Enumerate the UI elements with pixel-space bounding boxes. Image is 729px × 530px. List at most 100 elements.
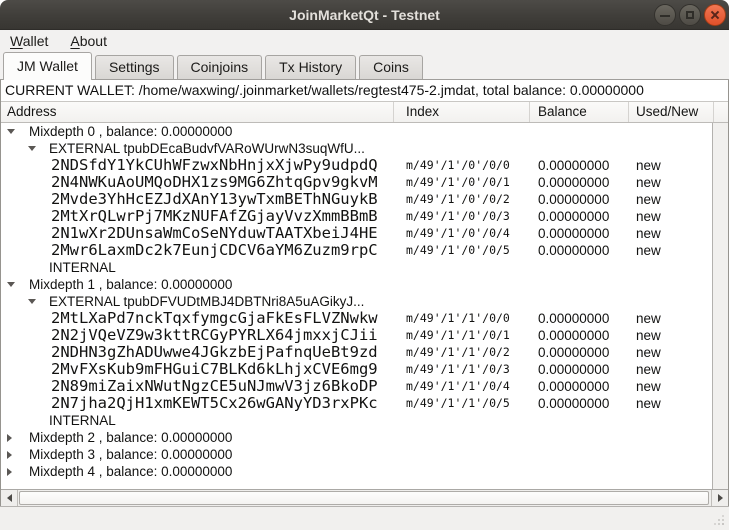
cell-used: new	[629, 174, 714, 191]
tree-row[interactable]: Mixdepth 1 , balance: 0.00000000	[1, 276, 728, 293]
tab-coinjoins[interactable]: Coinjoins	[177, 55, 263, 79]
tab-tx-history[interactable]: Tx History	[265, 55, 356, 79]
tree-row[interactable]: 2N7jha2QjH1xmKEWT5Cx26wGANyYD3rxPKcm/49'…	[1, 395, 728, 412]
tree-row[interactable]: EXTERNAL tpubDEcaBudvfVARoWUrwN3suqWfU..…	[1, 140, 728, 157]
cell-index: m/49'/1'/0'/0/0	[394, 157, 530, 174]
wallet-tree: Address Index Balance Used/New Mixdepth …	[1, 101, 728, 489]
cell-address: Mixdepth 4 , balance: 0.00000000	[1, 463, 394, 480]
scroll-left-icon	[7, 494, 12, 502]
cell-balance: 0.00000000	[530, 191, 629, 208]
status-bar	[0, 506, 729, 530]
cell-address: EXTERNAL tpubDEcaBudvfVARoWUrwN3suqWfU..…	[1, 140, 394, 157]
tree-row[interactable]: 2N2jVQeVZ9w3kttRCGyPYRLX64jmxxjCJiim/49'…	[1, 327, 728, 344]
expander-closed-icon[interactable]	[7, 434, 12, 442]
cell-used: new	[629, 208, 714, 225]
expander-open-icon[interactable]	[7, 282, 15, 287]
cell-index	[394, 276, 530, 293]
cell-address: INTERNAL	[1, 259, 394, 276]
scroll-right-button[interactable]	[711, 490, 728, 506]
column-header-address[interactable]: Address	[1, 102, 394, 122]
expander-open-icon[interactable]	[28, 146, 36, 151]
maximize-button[interactable]	[679, 4, 701, 26]
tree-row[interactable]: Mixdepth 2 , balance: 0.00000000	[1, 429, 728, 446]
tree-row[interactable]: Mixdepth 3 , balance: 0.00000000	[1, 446, 728, 463]
tree-row[interactable]: 2N1wXr2DUnsaWmCoSeNYduwTAATXbeiJ4HEm/49'…	[1, 225, 728, 242]
title-bar[interactable]: JoinMarketQt - Testnet	[0, 0, 729, 30]
cell-used	[629, 446, 714, 463]
cell-used: new	[629, 310, 714, 327]
scroll-right-icon	[718, 494, 723, 502]
close-button[interactable]	[704, 4, 726, 26]
cell-used: new	[629, 191, 714, 208]
tree-row[interactable]: Mixdepth 4 , balance: 0.00000000	[1, 463, 728, 480]
tree-row[interactable]: 2NDSfdY1YkCUhWFzwxNbHnjxXjwPy9udpdQm/49'…	[1, 157, 728, 174]
cell-balance: 0.00000000	[530, 208, 629, 225]
tree-header: Address Index Balance Used/New	[1, 102, 728, 123]
tree-row[interactable]: INTERNAL	[1, 412, 728, 429]
cell-index: m/49'/1'/1'/0/2	[394, 344, 530, 361]
scroll-left-button[interactable]	[1, 490, 18, 506]
cell-balance: 0.00000000	[530, 395, 629, 412]
tree-row[interactable]: EXTERNAL tpubDFVUDtMBJ4DBTNri8A5uAGikyJ.…	[1, 293, 728, 310]
cell-used	[629, 429, 714, 446]
maximize-icon	[686, 11, 694, 19]
tree-row[interactable]: 2Mvde3YhHcEZJdXAnY13ywTxmBEThNGuykBm/49'…	[1, 191, 728, 208]
cell-used	[629, 463, 714, 480]
cell-used: new	[629, 225, 714, 242]
tab-coins[interactable]: Coins	[359, 55, 423, 79]
cell-balance	[530, 140, 629, 157]
tab-pane: CURRENT WALLET: /home/waxwing/.joinmarke…	[0, 80, 729, 506]
cell-address: 2N7jha2QjH1xmKEWT5Cx26wGANyYD3rxPKc	[1, 395, 394, 412]
cell-used: new	[629, 344, 714, 361]
cell-used: new	[629, 361, 714, 378]
menu-item-wallet[interactable]: Wallet	[10, 33, 48, 49]
column-header-index[interactable]: Index	[394, 102, 530, 122]
tree-row[interactable]: 2N89miZaixNWutNgzCE5uNJmwV3jz6BkoDPm/49'…	[1, 378, 728, 395]
expander-open-icon[interactable]	[7, 129, 15, 134]
column-header-used-new[interactable]: Used/New	[629, 102, 714, 122]
tree-row[interactable]: 2Mwr6LaxmDc2k7EunjCDCV6aYM6Zuzm9rpCm/49'…	[1, 242, 728, 259]
tree-row[interactable]: INTERNAL	[1, 259, 728, 276]
window-title: JoinMarketQt - Testnet	[0, 0, 729, 30]
expander-closed-icon[interactable]	[7, 451, 12, 459]
horizontal-scroll-track[interactable]	[18, 490, 711, 506]
cell-balance: 0.00000000	[530, 310, 629, 327]
current-wallet-label: CURRENT WALLET: /home/waxwing/.joinmarke…	[1, 80, 728, 101]
cell-used: new	[629, 242, 714, 259]
horizontal-scrollbar	[1, 489, 728, 506]
vertical-scrollbar[interactable]	[712, 123, 728, 489]
menu-item-about[interactable]: About	[70, 33, 107, 49]
cell-index: m/49'/1'/0'/0/1	[394, 174, 530, 191]
expander-open-icon[interactable]	[28, 299, 36, 304]
tree-row[interactable]: 2MvFXsKub9mFHGuiC7BLKd6kLhjxCVE6mg9m/49'…	[1, 361, 728, 378]
tree-row[interactable]: 2MtXrQLwrPj7MKzNUFAfZGjayVvzXmmBBmBm/49'…	[1, 208, 728, 225]
cell-balance: 0.00000000	[530, 378, 629, 395]
cell-balance	[530, 463, 629, 480]
tree-row[interactable]: 2NDHN3gZhADUwwe4JGkzbEjPafnqUeBt9zdm/49'…	[1, 344, 728, 361]
tree-row[interactable]: 2MtLXaPd7nckTqxfymgcGjaFkEsFLVZNwkwm/49'…	[1, 310, 728, 327]
resize-grip[interactable]	[722, 523, 724, 525]
cell-address: 2Mwr6LaxmDc2k7EunjCDCV6aYM6Zuzm9rpC	[1, 242, 394, 259]
cell-index	[394, 140, 530, 157]
cell-balance	[530, 123, 629, 140]
cell-address: Mixdepth 2 , balance: 0.00000000	[1, 429, 394, 446]
horizontal-scroll-thumb[interactable]	[19, 491, 709, 505]
cell-address: Mixdepth 1 , balance: 0.00000000	[1, 276, 394, 293]
cell-address: 2N1wXr2DUnsaWmCoSeNYduwTAATXbeiJ4HE	[1, 225, 394, 242]
minimize-button[interactable]	[654, 4, 676, 26]
tab-settings[interactable]: Settings	[95, 55, 174, 79]
tree-row[interactable]: 2N4NWKuAoUMQoDHX1zs9MG6ZhtqGpv9gkvMm/49'…	[1, 174, 728, 191]
cell-index: m/49'/1'/1'/0/1	[394, 327, 530, 344]
cell-address: 2MtLXaPd7nckTqxfymgcGjaFkEsFLVZNwkw	[1, 310, 394, 327]
cell-balance	[530, 412, 629, 429]
tab-bar: JM WalletSettingsCoinjoinsTx HistoryCoin…	[0, 52, 729, 80]
tab-jm-wallet[interactable]: JM Wallet	[3, 52, 92, 80]
cell-used	[629, 412, 714, 429]
cell-index: m/49'/1'/1'/0/3	[394, 361, 530, 378]
expander-closed-icon[interactable]	[7, 468, 12, 476]
column-header-balance[interactable]: Balance	[530, 102, 629, 122]
tree-row[interactable]: Mixdepth 0 , balance: 0.00000000	[1, 123, 728, 140]
cell-used: new	[629, 157, 714, 174]
window-controls	[654, 4, 726, 26]
cell-balance	[530, 446, 629, 463]
